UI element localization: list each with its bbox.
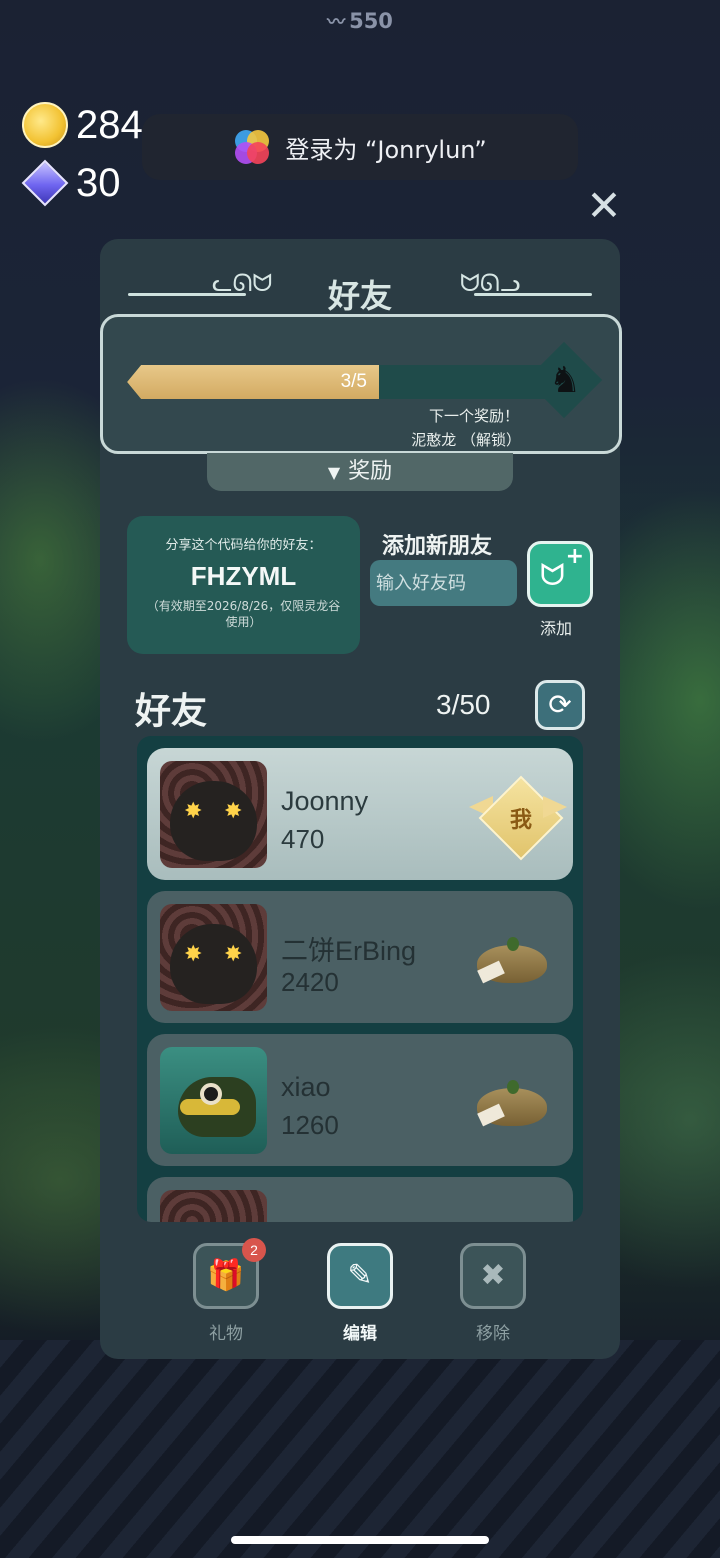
friend-score: 1260 [281,1110,339,1140]
star-eye-icon: ✸ [184,942,203,967]
add-friend-button[interactable]: ᗢ + [527,541,593,607]
triangle-down-icon: ▼ [327,463,341,482]
friend-name: Joonny [281,786,369,816]
friend-row[interactable]: ✸ ✸ 二饼ErBing 2420 [147,891,573,1023]
foreground-leaves [0,1340,720,1558]
top-score-value: 550 [349,9,393,33]
remove-cat-icon: ✖ [480,1258,506,1293]
friend-code-input[interactable] [370,560,517,606]
gem-counter: 30 [21,159,121,207]
remove-button[interactable]: ✖ [460,1243,526,1309]
game-center-login-banner: 登录为 “Jonrylun” [142,114,578,180]
gem-amount: 30 [76,160,121,205]
friend-name: 二饼ErBing [281,936,417,966]
avatar [160,1190,267,1222]
avatar: ✸ ✸ [160,761,267,868]
edit-label: 编辑 [343,1324,377,1344]
star-eye-icon: ✸ [184,799,203,824]
friend-row[interactable] [147,1177,573,1222]
reward-toggle-tab[interactable]: ▼ 奖励 [207,453,513,491]
avatar [160,1047,267,1154]
star-eye-icon: ✸ [224,799,243,824]
bird-eye [200,1083,222,1105]
game-center-icon [233,128,271,166]
gift-tag [477,960,505,984]
gift-button[interactable]: 🎁 2 [193,1238,266,1309]
bottom-toolbar: 🎁 2 礼物 ✎ 编辑 ✖ 移除 [100,1238,620,1359]
remove-tool[interactable]: ✖ 移除 [460,1243,526,1344]
friends-panel: ᓚᘏᗢ 好友 ᗢᘏᓗ 3/5 ♞ 下一个奖励！ 泥憨龙 （解锁） ▼ 奖励 分享这… [100,239,622,1359]
locked-dragon-icon: ♞ [548,360,582,401]
gold-coin-icon [22,102,68,148]
friends-section-title: 好友 [135,691,208,732]
avatar: ✸ ✸ [160,904,267,1011]
add-friend-label: 添加 [540,619,573,638]
friends-count: 3/50 [436,689,491,720]
panel-header: ᓚᘏᗢ 好友 ᗢᘏᓗ [100,269,620,319]
refresh-button[interactable]: ⟳ [535,680,585,730]
home-indicator[interactable] [231,1536,489,1544]
friend-code: FHZYML [190,561,297,591]
star-eye-icon: ✸ [224,942,243,967]
gift-tool[interactable]: 🎁 2 礼物 [193,1238,266,1344]
login-text: 登录为 “Jonrylun” [285,135,487,164]
edit-button[interactable]: ✎ [327,1243,393,1309]
share-code-box[interactable]: 分享这个代码给你的好友： FHZYML （有效期至2026/8/26，仅限灵龙谷… [127,516,360,654]
title-divider-right [474,293,592,296]
cat-avatar-face: ✸ ✸ [170,781,257,861]
gift-tie [507,937,519,951]
gem-icon [21,159,69,207]
me-badge: 我 [509,808,532,833]
remove-label: 移除 [476,1324,510,1344]
share-code-prompt: 分享这个代码给你的好友： [165,538,322,553]
reward-progress-box: 3/5 ♞ 下一个奖励！ 泥憨龙 （解锁） [100,314,622,454]
close-icon[interactable]: ✕ [584,185,624,227]
gift-label: 礼物 [209,1324,243,1344]
friend-score: 2420 [281,967,339,997]
plus-icon: + [565,544,584,569]
gift-bag-icon[interactable] [477,1080,547,1127]
friend-name: xiao [281,1072,331,1102]
friend-score: 470 [281,824,325,854]
gold-counter: 284 [22,102,143,148]
friends-list[interactable]: ✸ ✸ Joonny 470 我 ✸ ✸ 二饼ErBing 2420 xiao … [137,736,583,1222]
gold-amount: 284 [76,102,143,147]
pencil-icon: ✎ [347,1258,373,1293]
lizard-icon: 〰 [327,12,346,33]
gift-tie [507,1080,519,1094]
reward-tab-label: 奖励 [348,459,393,484]
friend-row[interactable]: xiao 1260 [147,1034,573,1166]
top-score: 〰 550 [0,8,720,34]
cat-avatar-face: ✸ ✸ [170,924,257,1004]
cat-icon: ᗢ [540,558,565,593]
next-reward-label: 下一个奖励！ [428,407,519,425]
code-validity: （有效期至2026/8/26，仅限灵龙谷使用） [146,599,341,629]
add-friend-title: 添加新朋友 [382,534,493,559]
gift-count-badge: 2 [242,1238,266,1262]
gift-tag [477,1103,505,1127]
refresh-icon: ⟳ [548,688,572,721]
friend-row[interactable]: ✸ ✸ Joonny 470 我 [147,748,573,880]
reward-name: 泥憨龙 （解锁） [411,431,521,449]
reward-progress-text: 3/5 [340,371,367,392]
gift-bag-icon[interactable] [477,937,547,984]
edit-tool[interactable]: ✎ 编辑 [327,1243,393,1344]
